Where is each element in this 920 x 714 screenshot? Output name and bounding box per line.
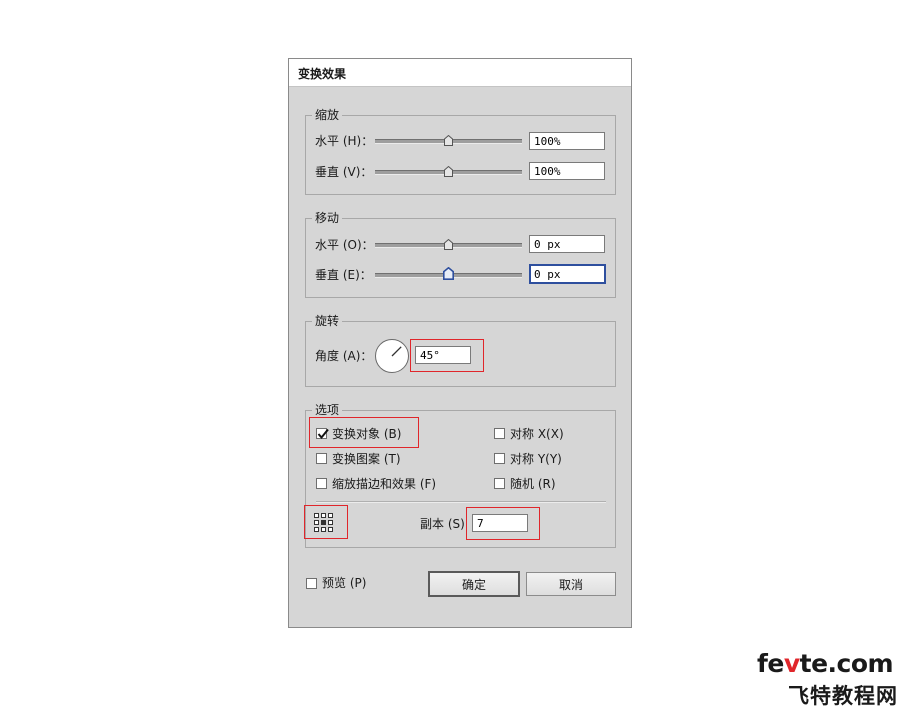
move-legend: 移动 bbox=[312, 210, 343, 226]
scale-group: 缩放 bbox=[305, 107, 616, 195]
options-divider bbox=[316, 501, 606, 503]
move-group: 移动 bbox=[305, 210, 616, 298]
preview-checkbox[interactable] bbox=[306, 578, 317, 589]
scale-horizontal-input[interactable] bbox=[529, 132, 605, 150]
site-tagline: 飞特教程网 bbox=[788, 684, 898, 708]
preview-label: 预览 (P) bbox=[322, 576, 367, 590]
transform-patterns-label: 变换图案 (T) bbox=[332, 452, 401, 466]
cancel-button[interactable]: 取消 bbox=[526, 572, 616, 596]
scale-vertical-label: 垂直 (V)： bbox=[315, 165, 373, 179]
scale-legend: 缩放 bbox=[312, 107, 343, 123]
scale-horizontal-label: 水平 (H)： bbox=[315, 134, 374, 148]
reflect-x-checkbox[interactable] bbox=[494, 428, 505, 439]
move-vertical-input[interactable] bbox=[529, 264, 606, 284]
watermark-site-pre: fe bbox=[757, 649, 784, 678]
move-horizontal-input[interactable] bbox=[529, 235, 605, 253]
watermark-site-accent: v bbox=[783, 649, 800, 678]
ok-button[interactable]: 确定 bbox=[428, 571, 520, 597]
transform-effect-dialog: 变换效果 缩放 水平 (H)： 垂直 (V)： 移动 水平 (O)： 垂直 (E… bbox=[288, 58, 632, 628]
transform-objects-label: 变换对象 (B) bbox=[332, 427, 402, 441]
copies-input[interactable] bbox=[472, 514, 528, 532]
reference-point-grid-icon[interactable] bbox=[314, 513, 334, 533]
reflect-y-label: 对称 Y(Y) bbox=[510, 452, 562, 466]
site-watermark: fevte.com bbox=[757, 649, 894, 678]
angle-input[interactable] bbox=[415, 346, 471, 364]
scale-strokes-label: 缩放描边和效果 (F) bbox=[332, 477, 437, 491]
scale-vertical-input[interactable] bbox=[529, 162, 605, 180]
rotate-legend: 旋转 bbox=[312, 313, 343, 329]
dialog-titlebar[interactable]: 变换效果 bbox=[289, 59, 631, 87]
scale-strokes-checkbox[interactable] bbox=[316, 478, 327, 489]
angle-label: 角度 (A)： bbox=[315, 349, 373, 363]
dialog-title: 变换效果 bbox=[298, 67, 347, 81]
transform-objects-checkbox[interactable] bbox=[316, 428, 329, 440]
move-horizontal-slider-thumb[interactable] bbox=[444, 238, 453, 250]
copies-label: 副本 (S) bbox=[420, 517, 465, 531]
move-vertical-slider-thumb[interactable] bbox=[443, 266, 454, 280]
reflect-x-label: 对称 X(X) bbox=[510, 427, 564, 441]
scale-horizontal-slider-thumb[interactable] bbox=[444, 134, 453, 146]
random-checkbox[interactable] bbox=[494, 478, 505, 489]
random-label: 随机 (R) bbox=[510, 477, 556, 491]
transform-patterns-checkbox[interactable] bbox=[316, 453, 327, 464]
move-vertical-label: 垂直 (E)： bbox=[315, 268, 372, 282]
angle-dial-icon[interactable] bbox=[374, 338, 410, 374]
options-legend: 选项 bbox=[312, 402, 343, 418]
move-horizontal-label: 水平 (O)： bbox=[315, 238, 374, 252]
scale-vertical-slider-thumb[interactable] bbox=[444, 165, 453, 177]
reflect-y-checkbox[interactable] bbox=[494, 453, 505, 464]
watermark-site-post: te.com bbox=[799, 649, 894, 678]
